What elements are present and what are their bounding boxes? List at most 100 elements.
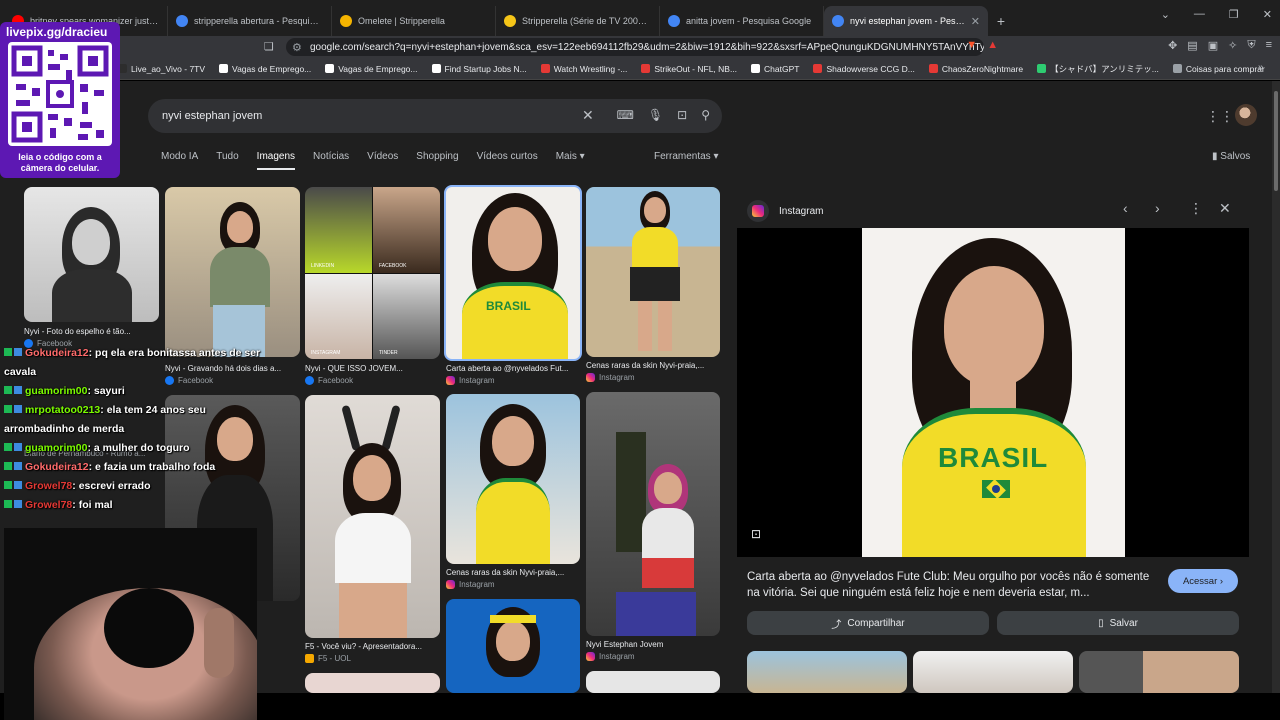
minimize-icon[interactable]: — (1194, 8, 1205, 21)
result-caption-3[interactable]: Nyvi - QUE ISSO JOVEM... (305, 364, 440, 373)
url-field[interactable]: ⚙ google.com/search?q=nyvi+estephan+jove… (286, 38, 984, 56)
new-tab-button[interactable]: + (988, 6, 1014, 36)
close-tab-icon[interactable]: ✕ (971, 15, 980, 28)
brave-rewards-icon[interactable]: ▲ (987, 39, 998, 52)
result-image-10[interactable] (446, 599, 580, 693)
save-button[interactable]: ▯ Salvar (997, 611, 1239, 635)
leo-icon[interactable]: ✧ (1228, 39, 1237, 52)
lens-search-icon[interactable]: ⊡ (751, 527, 761, 541)
bookmark-item[interactable]: ChatGPT (751, 64, 799, 74)
related-image-2[interactable] (913, 651, 1073, 693)
bookmark-favicon-icon (928, 64, 938, 73)
clear-icon[interactable]: ✕ (582, 107, 594, 124)
bookmark-item[interactable]: ChaosZeroNightmare (928, 64, 1023, 74)
result-image-12[interactable] (586, 671, 720, 693)
browser-tab[interactable]: Stripperella (Série de TV 2003–2004) (496, 6, 660, 36)
panel-title[interactable]: Carta aberta ao @nyvelados Fute Club: Me… (747, 569, 1157, 601)
search-tab[interactable]: Notícias (313, 151, 349, 170)
result-caption-4[interactable]: Carta aberta ao @nyvelados Fut... (446, 364, 580, 373)
bookmark-item[interactable]: Vagas de Emprego... (219, 64, 311, 74)
result-image-2[interactable] (165, 187, 300, 357)
instagram-icon (586, 373, 595, 382)
browser-tab[interactable]: stripperella abertura - Pesquisa Goog (168, 6, 332, 36)
extensions-icon[interactable]: ✥ (1168, 39, 1177, 52)
menu-icon[interactable]: ≡ (1266, 39, 1272, 52)
browser-tab[interactable]: nyvi estephan jovem - Pesquisa Goog ✕ (824, 6, 988, 36)
close-window-icon[interactable]: ✕ (1263, 8, 1272, 21)
previous-icon[interactable]: ‹ (1123, 200, 1128, 216)
close-panel-icon[interactable]: ✕ (1219, 200, 1231, 217)
site-info-icon[interactable]: ⚙ (292, 41, 302, 54)
bookmark-icon[interactable]: ❏ (264, 40, 274, 53)
search-tab[interactable]: Vídeos (367, 151, 398, 170)
result-image-9[interactable] (586, 392, 720, 636)
chat-message: guamorim00: a mulher do toguro (4, 439, 272, 458)
result-caption-9[interactable]: Nyvi Estephan Jovem (586, 640, 720, 649)
search-tab[interactable]: Vídeos curtos (477, 151, 538, 170)
result-caption-8[interactable]: Cenas raras da skin Nyvi-praia,... (446, 568, 580, 577)
result-image-5[interactable] (586, 187, 720, 357)
result-image-7[interactable] (305, 395, 440, 638)
panel-source[interactable]: Instagram (779, 206, 823, 217)
search-tab[interactable]: Modo IA (161, 151, 198, 170)
chat-username: guamorim00 (25, 385, 88, 397)
search-tab[interactable]: Shopping (416, 151, 458, 170)
browser-tab[interactable]: anitta jovem - Pesquisa Google (660, 6, 824, 36)
result-image-4-selected[interactable]: BRASIL (444, 185, 582, 361)
more-options-icon[interactable]: ⋮ (1189, 200, 1203, 217)
panel-main-image[interactable]: BRASIL (862, 228, 1125, 557)
bookmark-item[interactable]: Vagas de Emprego... (325, 64, 418, 74)
bookmark-icon: ▯ (1098, 617, 1104, 629)
next-icon[interactable]: › (1155, 200, 1160, 216)
mic-icon[interactable]: 🎙 (648, 108, 663, 122)
chat-message: Growel78: escrevi errado (4, 477, 272, 496)
vpn-icon[interactable]: ⛨ (1247, 39, 1255, 52)
search-tab[interactable]: Tudo (216, 151, 238, 170)
search-icon[interactable]: ⚲ (701, 108, 710, 122)
browser-tab[interactable]: Omelete | Stripperella (332, 6, 496, 36)
bookmark-label: Find Startup Jobs N... (444, 63, 527, 74)
panel-shirt-text: BRASIL (938, 442, 1049, 473)
result-caption-1[interactable]: Nyvi - Foto do espelho é tão... (24, 327, 159, 336)
apps-grid-icon[interactable]: ⋮⋮ (1206, 108, 1234, 125)
result-source-5: Instagram (586, 373, 635, 382)
sidebar-icon[interactable]: ▤ (1187, 39, 1197, 52)
search-box[interactable]: nyvi estephan jovem ✕ ⌨ 🎙 ⊡ ⚲ (148, 99, 722, 133)
lens-icon[interactable]: ⊡ (677, 108, 687, 122)
keyboard-icon[interactable]: ⌨ (617, 108, 634, 122)
bookmark-item[interactable]: Coisas para comprar (1172, 64, 1265, 74)
search-tab[interactable]: Imagens (256, 151, 296, 170)
chat-badge-icon (4, 462, 12, 470)
result-image-11[interactable] (305, 673, 440, 693)
result-image-8[interactable] (446, 394, 580, 564)
bookmark-item[interactable]: Shadowverse CCG D... (813, 64, 915, 74)
tab-search-icon[interactable]: ⌄ (1161, 8, 1170, 21)
bookmark-item[interactable]: Watch Wrestling -... (540, 64, 627, 74)
wallet-icon[interactable]: ▣ (1208, 39, 1218, 52)
result-caption-5[interactable]: Cenas raras da skin Nyvi-praia,... (586, 361, 720, 370)
tools-button[interactable]: Ferramentas ▾ (654, 151, 718, 162)
chat-platform-icon (14, 348, 22, 356)
share-button[interactable]: ⤴ Compartilhar (747, 611, 989, 635)
page-scrollbar[interactable] (1272, 81, 1280, 693)
related-image-1[interactable] (747, 651, 907, 693)
bookmark-item[interactable]: Live_ao_Vivo - 7TV (118, 64, 205, 74)
share-label: Compartilhar (847, 617, 905, 629)
result-caption-7[interactable]: F5 - Você viu? - Apresentadora... (305, 642, 440, 651)
brave-shield-icon[interactable]: ▼ (966, 39, 977, 52)
restore-icon[interactable]: ❐ (1229, 8, 1239, 21)
saved-button[interactable]: ▮ Salvos (1212, 151, 1250, 162)
avatar[interactable] (1235, 104, 1257, 126)
bookmarks-more-icon[interactable]: » (1258, 62, 1268, 73)
result-image-1[interactable] (24, 187, 159, 322)
visit-button[interactable]: Acessar › (1168, 569, 1238, 593)
related-image-3[interactable] (1079, 651, 1239, 693)
bookmark-item[interactable]: 【シャドバ】アンリミテッ... (1037, 63, 1159, 75)
instagram-logo-icon (747, 200, 769, 222)
share-icon: ⤴ (831, 619, 842, 631)
bookmark-item[interactable]: StrikeOut - NFL, NB... (641, 64, 737, 74)
result-image-3[interactable]: LINKEDIN FACEBOOK INSTAGRAM TINDER (305, 187, 440, 359)
bookmark-item[interactable]: Find Startup Jobs N... (431, 63, 527, 74)
scrollbar-thumb[interactable] (1274, 91, 1278, 191)
search-tab[interactable]: Mais ▾ (556, 151, 585, 170)
